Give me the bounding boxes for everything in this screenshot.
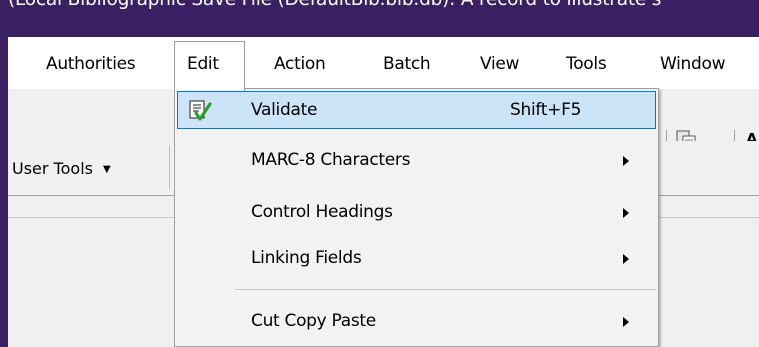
menu-tools[interactable]: Tools bbox=[566, 54, 607, 76]
menu-item-label: Cut Copy Paste bbox=[251, 311, 376, 331]
menu-item-control-headings[interactable]: Control Headings bbox=[175, 193, 658, 235]
toolbar-divider bbox=[169, 145, 170, 189]
menu-item-label: Control Headings bbox=[251, 202, 393, 222]
keyboard-shortcut: Shift+F5 bbox=[510, 100, 582, 120]
validate-check-icon bbox=[189, 100, 212, 121]
edit-menu-dropdown: Validate Shift+F5 MARC-8 Characters Cont… bbox=[174, 88, 659, 347]
menu-batch[interactable]: Batch bbox=[383, 54, 431, 76]
menu-view[interactable]: View bbox=[480, 54, 519, 76]
menu-edit[interactable]: Edit bbox=[174, 41, 245, 91]
menu-edit-label: Edit bbox=[187, 54, 219, 74]
app-screen: (Local Bibliographic Save File (DefaultB… bbox=[0, 0, 759, 347]
menu-item-validate[interactable]: Validate Shift+F5 bbox=[177, 91, 656, 129]
menu-item-label: Linking Fields bbox=[251, 248, 362, 268]
menu-authorities[interactable]: Authorities bbox=[46, 54, 136, 76]
submenu-arrow-icon bbox=[623, 254, 629, 264]
menu-item-linking-fields[interactable]: Linking Fields bbox=[175, 239, 658, 281]
menu-separator bbox=[235, 289, 656, 290]
menu-item-cut-copy-paste[interactable]: Cut Copy Paste bbox=[175, 302, 658, 344]
menu-item-label: MARC-8 Characters bbox=[251, 150, 411, 170]
user-tools-label: User Tools bbox=[12, 159, 93, 178]
window-title: (Local Bibliographic Save File (DefaultB… bbox=[8, 0, 661, 10]
menu-window[interactable]: Window bbox=[660, 54, 726, 76]
chevron-down-icon: ▼ bbox=[102, 164, 111, 175]
menu-bar: Authorities Edit Action Batch View Tools… bbox=[8, 37, 759, 91]
submenu-arrow-icon bbox=[623, 156, 629, 166]
menu-action[interactable]: Action bbox=[274, 54, 326, 76]
submenu-arrow-icon bbox=[623, 208, 629, 218]
submenu-arrow-icon bbox=[623, 317, 629, 327]
menu-item-marc8-characters[interactable]: MARC-8 Characters bbox=[175, 141, 658, 183]
title-bar[interactable]: (Local Bibliographic Save File (DefaultB… bbox=[8, 0, 759, 37]
menu-item-label: Validate bbox=[251, 100, 318, 120]
user-tools-dropdown[interactable]: User Tools ▼ bbox=[12, 159, 111, 181]
